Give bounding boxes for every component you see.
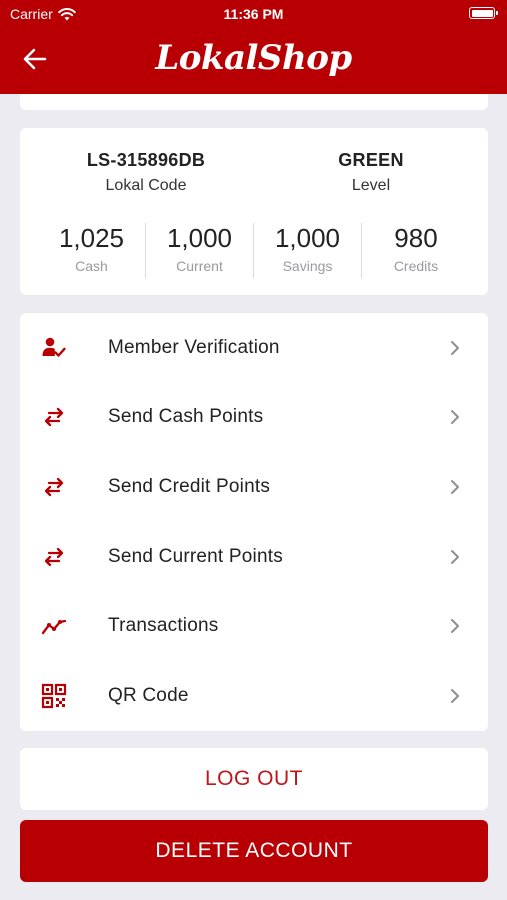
stat-label: Cash	[75, 258, 108, 274]
member-info-card: LS-315896DB Lokal Code GREEN Level 1,025…	[20, 128, 488, 295]
stat-value: 1,000	[166, 223, 233, 253]
stat-label: Current	[176, 258, 223, 274]
chevron-right-icon	[451, 688, 459, 703]
level-label: Level	[351, 177, 391, 194]
menu-item-send-current-points[interactable]: Send Current Points	[20, 522, 488, 591]
menu-item-transactions[interactable]: Transactions	[20, 591, 488, 660]
stat-current: 1,000 Current	[146, 223, 254, 278]
trend-line-icon	[41, 619, 67, 634]
user-check-icon	[42, 337, 66, 357]
points-stats: 1,025 Cash 1,000 Current 1,000 Savings 9…	[20, 223, 488, 278]
transfer-arrows-icon	[44, 477, 64, 496]
battery-icon	[469, 7, 498, 19]
menu-item-send-cash-points[interactable]: Send Cash Points	[20, 382, 488, 451]
lokal-code-label: Lokal Code	[105, 177, 187, 194]
menu-item-send-credit-points[interactable]: Send Credit Points	[20, 452, 488, 521]
app-logo: LokalShop	[155, 38, 352, 78]
previous-card-edge	[20, 94, 488, 110]
stat-label: Savings	[282, 258, 333, 274]
lokal-code-value: LS-315896DB	[86, 150, 206, 170]
menu-item-label: Member Verification	[108, 336, 280, 358]
lokal-code-block: LS-315896DB Lokal Code	[29, 150, 263, 195]
chevron-right-icon	[451, 340, 459, 355]
app-header: Carrier 11:36 PM LokalShop	[0, 0, 507, 94]
stat-credits: 980 Credits	[362, 223, 470, 278]
menu-item-member-verification[interactable]: Member Verification	[20, 313, 488, 382]
menu-item-label: QR Code	[108, 684, 189, 706]
qr-code-icon	[41, 683, 67, 708]
transfer-arrows-icon	[44, 407, 64, 426]
stat-value: 980	[394, 223, 438, 253]
menu-item-label: Send Current Points	[108, 545, 283, 567]
stat-value: 1,025	[58, 223, 125, 253]
level-value: GREEN	[338, 150, 404, 170]
stat-savings: 1,000 Savings	[254, 223, 362, 278]
menu-item-qr-code[interactable]: QR Code	[20, 661, 488, 730]
stat-value: 1,000	[274, 223, 341, 253]
stat-cash: 1,025 Cash	[38, 223, 146, 278]
menu-item-label: Transactions	[108, 614, 219, 636]
status-time: 11:36 PM	[223, 6, 284, 22]
menu-item-label: Send Cash Points	[108, 405, 264, 427]
chevron-right-icon	[451, 409, 459, 424]
transfer-arrows-icon	[44, 547, 64, 566]
stat-label: Credits	[393, 258, 439, 274]
chevron-right-icon	[451, 618, 459, 633]
delete-account-button[interactable]: DELETE ACCOUNT	[20, 820, 488, 882]
level-block: GREEN Level	[254, 150, 488, 195]
logout-button[interactable]: LOG OUT	[20, 748, 488, 810]
menu-item-label: Send Credit Points	[108, 475, 271, 497]
actions-menu: Member Verification Send Cash Points Sen…	[20, 313, 488, 731]
chevron-right-icon	[451, 479, 459, 494]
chevron-right-icon	[451, 549, 459, 564]
status-bar: Carrier 11:36 PM	[0, 0, 507, 28]
